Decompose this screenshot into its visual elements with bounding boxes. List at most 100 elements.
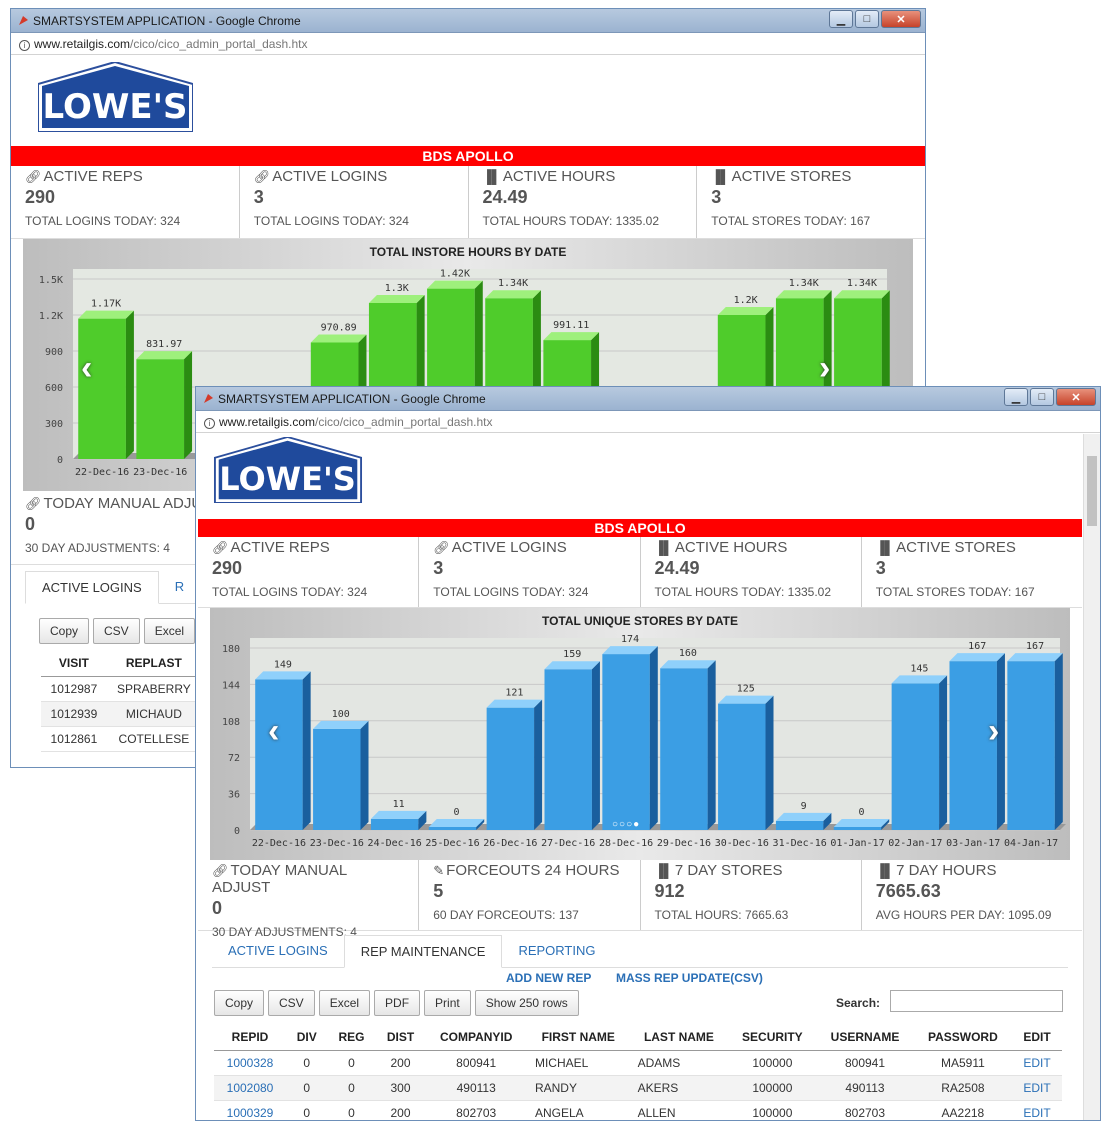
carousel-dots[interactable]: ○○○●	[612, 819, 640, 830]
y-tick-label: 600	[45, 383, 63, 394]
table-row[interactable]: 1012861 COTELLESE	[41, 726, 201, 752]
table-row[interactable]: 1012987 SPRABERRY	[41, 676, 201, 702]
column-header[interactable]: DIST	[375, 1024, 426, 1051]
edit-link[interactable]: EDIT	[1012, 1075, 1062, 1101]
table-cell: 0	[327, 1075, 376, 1101]
maximize-button[interactable]: □	[855, 10, 879, 28]
column-header[interactable]: VISIT	[41, 650, 107, 677]
address-bar[interactable]: i www.retailgis.com/cico/cico_admin_porta…	[196, 411, 1100, 433]
stat-active-reps: 🔗︎ ACTIVE REPS 290 TOTAL LOGINS TODAY: 32…	[198, 537, 420, 607]
column-header[interactable]: EDIT	[1012, 1024, 1062, 1051]
tab-rep-maintenance[interactable]: R	[159, 571, 200, 603]
table-row[interactable]: 1000329 0 0 200 802703 ANGELA ALLEN 100000 80270…	[214, 1100, 1062, 1120]
show-rows-button[interactable]: Show 250 rows	[474, 990, 579, 1016]
bar-chart-icon: ▐▌	[482, 169, 501, 184]
export-toolbar: Copy CSV Excel PDF Print Show 250 rows	[214, 990, 579, 1016]
csv-button[interactable]: CSV	[93, 618, 140, 644]
bar-top	[602, 646, 658, 655]
add-new-rep-link[interactable]: ADD NEW REP	[506, 971, 591, 985]
column-header[interactable]: REPLAST	[106, 650, 201, 677]
bar-chart-icon: ▐▌	[654, 863, 673, 878]
data-label: 831.97	[146, 339, 182, 350]
close-button[interactable]: ✕	[1056, 388, 1096, 406]
column-header[interactable]: FIRST NAME	[526, 1024, 630, 1051]
column-header[interactable]: REG	[327, 1024, 376, 1051]
address-bar[interactable]: i www.retailgis.com/cico/cico_admin_porta…	[11, 33, 925, 55]
title-bar[interactable]: SMARTSYSTEM APPLICATION - Google Chrome …	[196, 387, 1100, 411]
pencil-icon: ✎	[433, 863, 445, 878]
copy-button[interactable]: Copy	[39, 618, 90, 644]
excel-button[interactable]: Excel	[318, 990, 371, 1016]
table-cell: 802703	[425, 1100, 527, 1120]
stat-label: ACTIVE STORES	[731, 168, 852, 185]
table-cell: 100000	[728, 1100, 817, 1120]
bar-chart-icon: ▐▌	[654, 540, 673, 555]
table-cell: SPRABERRY	[106, 676, 201, 702]
tab-rep-maintenance[interactable]: REP MAINTENANCE	[343, 935, 503, 968]
edit-link[interactable]: EDIT	[1012, 1100, 1062, 1120]
mass-rep-update-link[interactable]: MASS REP UPDATE(CSV)	[616, 971, 763, 985]
table-cell: AKERS	[629, 1075, 729, 1101]
excel-button[interactable]: Excel	[143, 618, 196, 644]
column-header[interactable]: REPID	[214, 1024, 287, 1051]
column-header[interactable]: DIV	[286, 1024, 328, 1051]
table-cell: MICHAEL	[526, 1050, 630, 1076]
pdf-button[interactable]: PDF	[374, 990, 421, 1016]
bar	[718, 703, 766, 830]
unique-stores-chart: TOTAL UNIQUE STORES BY DATE 0 36 72 108 144 1…	[210, 608, 1070, 860]
column-header[interactable]: COMPANYID	[425, 1024, 527, 1051]
table-row[interactable]: 1002080 0 0 300 490113 RANDY AKERS 100000 490113…	[214, 1075, 1062, 1101]
bar-top	[313, 720, 369, 729]
y-tick-label: 108	[222, 717, 240, 728]
column-header[interactable]: SECURITY	[728, 1024, 817, 1051]
table-row[interactable]: 1000328 0 0 200 800941 MICHAEL ADAMS 100000 8009…	[214, 1050, 1062, 1076]
column-header[interactable]: USERNAME	[816, 1024, 914, 1051]
chevron-right-icon[interactable]: ›	[988, 712, 999, 751]
column-header[interactable]: LAST NAME	[629, 1024, 729, 1051]
stat-sub: 60 DAY FORCEOUTS: 137	[433, 908, 579, 922]
table-cell: 1012939	[41, 701, 107, 727]
table-cell: 200	[375, 1050, 426, 1076]
table-cell: ALLEN	[629, 1100, 729, 1120]
data-label: 1.34K	[847, 278, 877, 289]
chart-title: TOTAL INSTORE HOURS BY DATE	[369, 245, 567, 259]
minimize-button[interactable]: ▁	[1004, 388, 1028, 406]
csv-button[interactable]: CSV	[268, 990, 315, 1016]
vertical-scrollbar[interactable]	[1083, 434, 1100, 1120]
chevron-left-icon[interactable]: ‹	[81, 349, 92, 388]
maximize-button[interactable]: □	[1030, 388, 1054, 406]
tab-active-logins[interactable]: ACTIVE LOGINS	[212, 935, 344, 967]
bar-side	[360, 720, 369, 830]
bar-side	[765, 695, 774, 830]
stat-value: 24.49	[654, 558, 700, 578]
scrollbar-thumb[interactable]	[1087, 456, 1097, 526]
copy-button[interactable]: Copy	[214, 990, 265, 1016]
edit-link[interactable]: EDIT	[1012, 1050, 1062, 1076]
repid-link[interactable]: 1000329	[214, 1100, 287, 1120]
table-row[interactable]: 1012939 MICHAUD	[41, 701, 201, 727]
repid-link[interactable]: 1002080	[214, 1075, 287, 1101]
repid-link[interactable]: 1000328	[214, 1050, 287, 1076]
table-cell: 1012987	[41, 676, 107, 702]
close-button[interactable]: ✕	[881, 10, 921, 28]
stat-label: TODAY MANUAL ADJUST	[212, 862, 347, 896]
minimize-button[interactable]: ▁	[829, 10, 853, 28]
info-icon: i	[204, 418, 215, 429]
chevron-left-icon[interactable]: ‹	[268, 712, 279, 751]
tab-active-logins[interactable]: ACTIVE LOGINS	[25, 571, 159, 604]
table-cell: 300	[375, 1075, 426, 1101]
bar	[891, 683, 940, 830]
stat-forceouts: ✎ FORCEOUTS 24 HOURS 5 60 DAY FORCEOUTS: …	[419, 860, 641, 930]
page-content: LOWE'S BDS APOLLO 🔗︎ ACTIVE REPS 290 TOTA…	[198, 433, 1082, 1120]
stat-active-stores: ▐▌ ACTIVE STORES 3 TOTAL STORES TODAY: 16…	[862, 537, 1082, 607]
title-bar[interactable]: SMARTSYSTEM APPLICATION - Google Chrome …	[11, 9, 925, 33]
print-button[interactable]: Print	[424, 990, 471, 1016]
tab-reporting[interactable]: REPORTING	[502, 935, 611, 967]
search-input[interactable]	[890, 990, 1063, 1012]
bar-chart-icon: ▐▌	[875, 540, 895, 555]
data-label: 100	[332, 709, 350, 720]
column-header[interactable]: PASSWORD	[913, 1024, 1013, 1051]
data-label: 149	[274, 659, 292, 670]
stat-label: ACTIVE HOURS	[502, 168, 616, 185]
chevron-right-icon[interactable]: ›	[819, 349, 830, 388]
